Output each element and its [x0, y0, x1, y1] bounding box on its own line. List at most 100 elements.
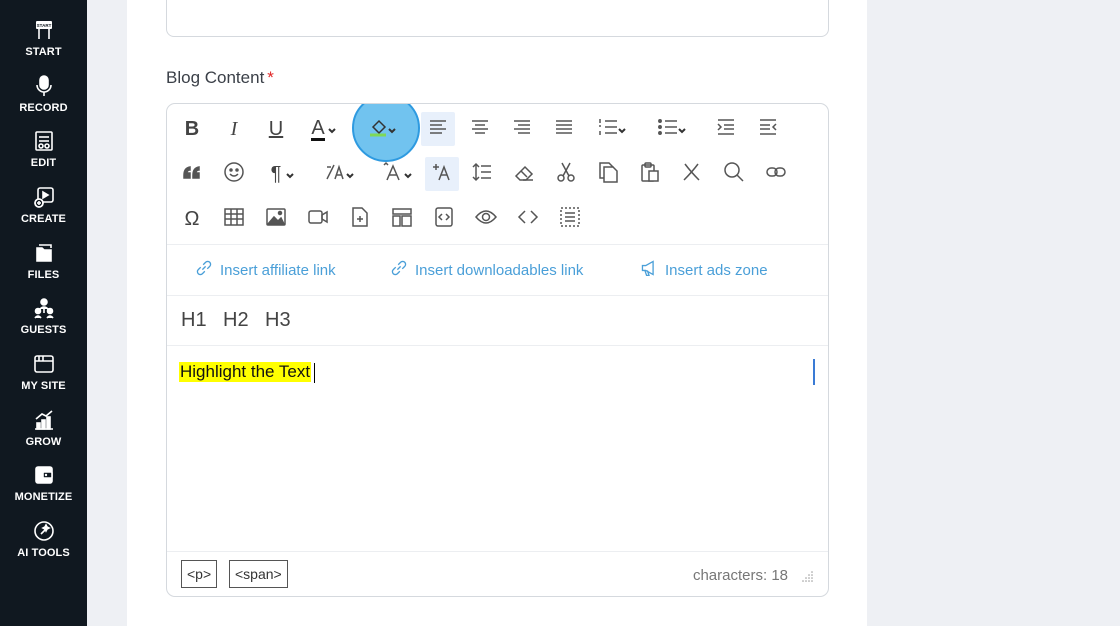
megaphone-icon — [640, 259, 658, 281]
path-tag-span[interactable]: <span> — [229, 560, 288, 588]
cut-button[interactable] — [549, 157, 583, 191]
italic-glyph: I — [230, 117, 238, 140]
nav-guests[interactable]: GUESTS — [0, 295, 87, 347]
line-height-icon — [471, 161, 493, 188]
embed-code-button[interactable] — [427, 202, 461, 236]
resize-handle-icon[interactable] — [802, 569, 814, 582]
layout-icon — [391, 206, 413, 233]
select-all-button[interactable] — [553, 202, 587, 236]
start-badge-text: START — [36, 23, 51, 28]
line-height-button[interactable] — [465, 157, 499, 191]
paint-bucket-icon — [367, 116, 389, 143]
align-justify-icon — [553, 116, 575, 143]
content-card: Blog Content * B I U A ¶ Ω Insert affili… — [127, 0, 867, 626]
heading-2-button[interactable]: H2 — [223, 309, 249, 332]
font-color-button[interactable]: A — [301, 112, 337, 146]
smiley-icon — [223, 161, 245, 188]
insert-link-button[interactable] — [759, 157, 793, 191]
nav-edit[interactable]: EDIT — [0, 128, 87, 180]
find-button[interactable] — [717, 157, 751, 191]
insert-affiliate-link[interactable]: Insert affiliate link — [195, 259, 336, 281]
italic-button[interactable]: I — [217, 112, 251, 146]
align-justify-button[interactable] — [547, 112, 581, 146]
ai-tools-icon — [33, 520, 55, 542]
outdent-button[interactable] — [709, 112, 743, 146]
remove-format-button[interactable] — [675, 157, 709, 191]
nav-record[interactable]: RECORD — [0, 73, 87, 125]
nav-my-site-label: MY SITE — [21, 380, 66, 392]
eraser-icon — [513, 161, 535, 188]
paste-button[interactable] — [633, 157, 667, 191]
insert-video-button[interactable] — [301, 202, 335, 236]
nav-create[interactable]: CREATE — [0, 184, 87, 236]
paragraph-format-button[interactable]: ¶ — [259, 157, 294, 191]
align-right-button[interactable] — [505, 112, 539, 146]
nav-monetize[interactable]: MONETIZE — [0, 462, 87, 514]
code-view-button[interactable] — [511, 202, 545, 236]
nav-start[interactable]: START START — [0, 17, 87, 69]
special-characters-button[interactable]: Ω — [175, 202, 209, 236]
heading-3-button[interactable]: H3 — [265, 309, 291, 332]
my-site-icon — [33, 353, 55, 375]
text-cursor — [314, 363, 315, 383]
nav-edit-label: EDIT — [30, 157, 57, 169]
align-center-button[interactable] — [463, 112, 497, 146]
text-format-icon — [431, 161, 453, 188]
indent-button[interactable] — [751, 112, 785, 146]
nav-files[interactable]: FILES — [0, 240, 87, 292]
eye-icon — [475, 206, 497, 233]
image-icon — [265, 206, 287, 233]
scroll-indicator — [813, 359, 815, 385]
link-icon — [765, 161, 787, 188]
nav-my-site[interactable]: MY SITE — [0, 351, 87, 403]
nav-monetize-label: MONETIZE — [14, 491, 73, 503]
insert-ads-zone[interactable]: Insert ads zone — [640, 259, 768, 281]
nav-record-label: RECORD — [19, 102, 68, 114]
font-size-button[interactable] — [377, 157, 412, 191]
nav-grow[interactable]: GROW — [0, 407, 87, 459]
background-color-button[interactable] — [361, 112, 396, 146]
bold-button[interactable]: B — [175, 112, 209, 146]
insert-file-button[interactable] — [343, 202, 377, 236]
highlighted-text: Highlight the Text — [179, 362, 312, 382]
select-all-icon — [559, 206, 581, 233]
insert-ads-zone-label: Insert ads zone — [665, 261, 768, 279]
main-area: Blog Content * B I U A ¶ Ω Insert affili… — [87, 0, 1120, 626]
clipboard-icon — [639, 161, 661, 188]
text-style-icon — [325, 161, 347, 188]
align-left-button[interactable] — [421, 112, 455, 146]
nav-ai-tools[interactable]: AI TOOLS — [0, 518, 87, 570]
start-icon: START — [33, 19, 55, 41]
blockquote-button[interactable] — [175, 157, 209, 191]
nav-start-label: START — [25, 46, 62, 58]
heading-1-button[interactable]: H1 — [181, 309, 207, 332]
copy-button[interactable] — [591, 157, 625, 191]
copy-icon — [597, 161, 619, 188]
insert-image-button[interactable] — [259, 202, 293, 236]
sidebar: START START RECORD EDIT CREATE FILES GUE… — [0, 0, 87, 626]
search-icon — [723, 161, 745, 188]
previous-field-input[interactable] — [166, 0, 829, 37]
character-count: characters: 18 — [692, 567, 788, 584]
insert-downloadables-link[interactable]: Insert downloadables link — [390, 259, 583, 281]
link-icon — [390, 259, 408, 281]
insert-table-button[interactable] — [217, 202, 251, 236]
scissors-icon — [555, 161, 577, 188]
eraser-button[interactable] — [507, 157, 541, 191]
editor-content-area[interactable]: Highlight the Text — [167, 346, 828, 551]
preview-button[interactable] — [469, 202, 503, 236]
unordered-list-button[interactable] — [651, 112, 686, 146]
nav-guests-label: GUESTS — [20, 324, 67, 336]
ordered-list-button[interactable] — [591, 112, 626, 146]
nav-ai-tools-label: AI TOOLS — [17, 547, 70, 559]
guests-icon — [33, 297, 55, 319]
chevron-down-icon — [327, 123, 337, 134]
path-tag-p[interactable]: <p> — [181, 560, 218, 588]
code-icon — [517, 206, 539, 233]
paragraph-style-button[interactable] — [319, 157, 354, 191]
underline-button[interactable]: U — [259, 112, 293, 146]
clear-format-toggle-button[interactable] — [425, 157, 459, 191]
emoji-button[interactable] — [217, 157, 251, 191]
insert-template-button[interactable] — [385, 202, 419, 236]
nav-create-label: CREATE — [20, 213, 66, 225]
